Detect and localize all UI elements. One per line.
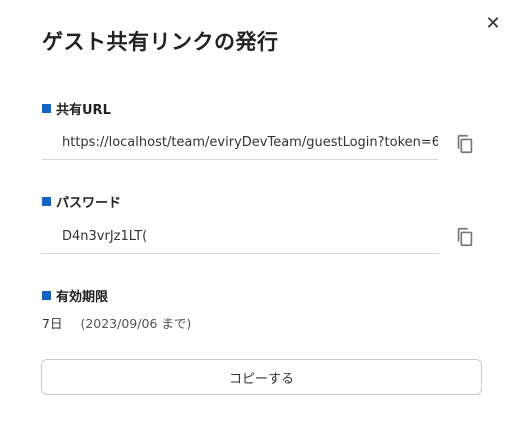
expiry-label-text: 有効期限 xyxy=(56,290,109,305)
section-marker xyxy=(42,291,51,300)
expiry-date: (2023/09/06 まで) xyxy=(80,316,192,331)
password-label: パスワード xyxy=(42,192,121,211)
password-value[interactable]: D4n3vrJz1LT( xyxy=(62,229,147,244)
dialog-title: ゲスト共有リンクの発行 xyxy=(42,30,279,54)
copy-password-icon[interactable] xyxy=(454,226,476,248)
expiry-value: 7日 (2023/09/06 まで) xyxy=(42,313,191,332)
password-label-text: パスワード xyxy=(56,196,122,211)
expiry-days: 7日 xyxy=(42,316,63,331)
section-marker xyxy=(42,104,51,113)
share-url-field[interactable]: https://localhost/team/eviryDevTeam/gues… xyxy=(42,126,438,160)
copy-url-icon[interactable] xyxy=(454,133,476,155)
expiry-label: 有効期限 xyxy=(42,286,108,305)
close-icon[interactable]: ✕ xyxy=(482,12,504,34)
guest-share-link-dialog: ✕ ゲスト共有リンクの発行 共有URL https://localhost/te… xyxy=(0,0,526,424)
password-field[interactable]: D4n3vrJz1LT( xyxy=(42,220,438,254)
share-url-label-text: 共有URL xyxy=(56,103,111,118)
copy-button[interactable]: コピーする xyxy=(41,359,482,395)
share-url-value[interactable]: https://localhost/team/eviryDevTeam/gues… xyxy=(62,135,438,150)
section-marker xyxy=(42,197,51,206)
share-url-label: 共有URL xyxy=(42,99,111,118)
